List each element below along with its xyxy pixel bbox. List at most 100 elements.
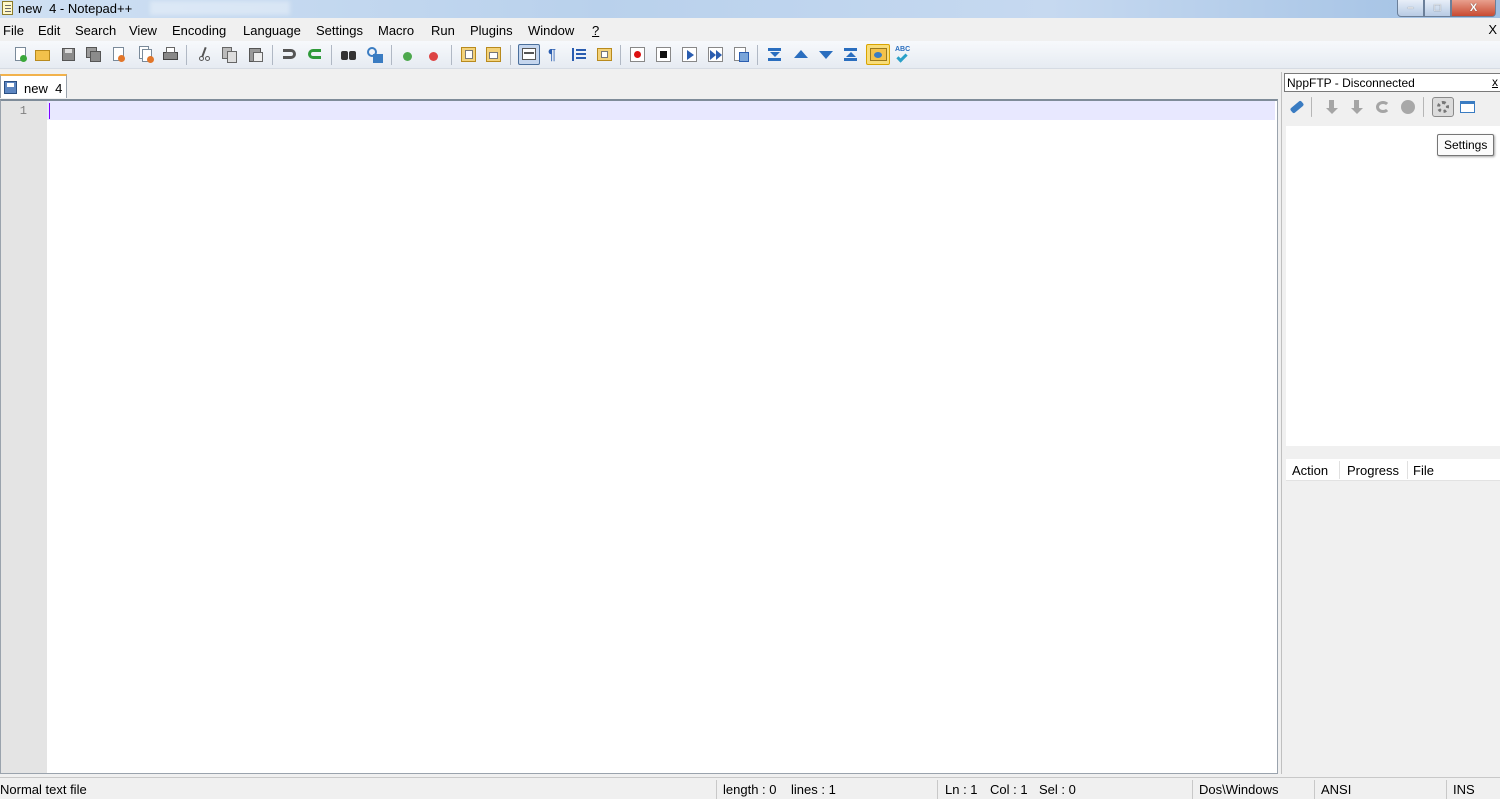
close-document-button[interactable]: X — [1488, 22, 1497, 37]
column-action[interactable]: Action — [1292, 463, 1328, 478]
tab-new-4[interactable]: new 4 — [0, 74, 67, 98]
menu-file[interactable]: File — [3, 23, 24, 38]
status-divider — [716, 780, 717, 799]
status-encoding: ANSI — [1321, 782, 1352, 797]
text-editor[interactable]: 1 — [0, 99, 1278, 774]
save-icon[interactable] — [60, 46, 77, 63]
upload-icon[interactable] — [1349, 98, 1367, 116]
status-insert-mode: INS — [1453, 782, 1475, 797]
toolbar-separator — [391, 45, 392, 65]
message-window-icon[interactable] — [1458, 98, 1476, 116]
status-divider — [1192, 780, 1193, 799]
column-divider — [1339, 461, 1340, 479]
spell-check-icon[interactable]: ABC — [894, 46, 911, 63]
copy-icon[interactable] — [221, 46, 238, 63]
macro-save-icon[interactable] — [733, 46, 750, 63]
current-line-highlight — [47, 101, 1275, 120]
fold-all-icon[interactable] — [766, 46, 783, 63]
menu-run[interactable]: Run — [431, 23, 455, 38]
minimize-button[interactable]: – — [1397, 0, 1424, 17]
maximize-icon: □ — [1434, 2, 1441, 14]
tab-label: new 4 — [24, 81, 63, 96]
status-divider — [1314, 780, 1315, 799]
toolbar-separator — [451, 45, 452, 65]
maximize-button[interactable]: □ — [1424, 0, 1451, 17]
transfer-queue-header: Action Progress File — [1286, 459, 1500, 481]
toolbar-separator — [272, 45, 273, 65]
menu-language[interactable]: Language — [243, 23, 301, 38]
new-file-icon[interactable] — [12, 46, 29, 63]
status-eol-format: Dos\Windows — [1199, 782, 1279, 797]
sync-horizontal-icon[interactable] — [485, 46, 502, 63]
menu-edit[interactable]: Edit — [38, 23, 60, 38]
show-all-characters-icon[interactable]: ¶ — [545, 46, 562, 63]
zoom-in-icon[interactable] — [400, 46, 417, 63]
settings-tooltip: Settings — [1437, 134, 1495, 156]
toolbar: ¶ ABC — [0, 41, 1500, 69]
menu-view[interactable]: View — [129, 23, 157, 38]
menu-encoding[interactable]: Encoding — [172, 23, 226, 38]
refresh-icon[interactable] — [1374, 98, 1392, 116]
macro-run-multiple-icon[interactable] — [707, 46, 724, 63]
close-file-icon[interactable] — [110, 46, 127, 63]
close-window-button[interactable]: X — [1451, 0, 1496, 17]
abort-icon[interactable] — [1399, 98, 1417, 116]
connect-icon[interactable] — [1287, 98, 1305, 116]
menu-settings[interactable]: Settings — [316, 23, 363, 38]
ftp-directory-tree[interactable] — [1286, 126, 1500, 446]
settings-gear-icon[interactable] — [1432, 97, 1454, 117]
zoom-out-icon[interactable] — [426, 46, 443, 63]
status-length: length : 0 — [723, 782, 777, 797]
undo-icon[interactable] — [281, 46, 298, 63]
menu-bar: File Edit Search View Encoding Language … — [0, 19, 1500, 41]
column-progress[interactable]: Progress — [1347, 463, 1399, 478]
line-number-gutter: 1 — [1, 101, 47, 773]
menu-plugins[interactable]: Plugins — [470, 23, 513, 38]
toolbar-separator — [331, 45, 332, 65]
word-wrap-icon[interactable] — [518, 44, 540, 65]
macro-record-icon[interactable] — [629, 46, 646, 63]
macro-play-icon[interactable] — [681, 46, 698, 63]
window-title: new 4 - Notepad++ — [18, 1, 133, 16]
status-bar: Normal text file length : 0 lines : 1 Ln… — [0, 777, 1500, 799]
cut-icon[interactable] — [196, 46, 213, 63]
close-panel-button[interactable]: x — [1492, 75, 1498, 89]
column-file[interactable]: File — [1413, 463, 1434, 478]
menu-window[interactable]: Window — [528, 23, 574, 38]
replace-icon[interactable] — [366, 46, 383, 63]
nppftp-toolbar — [1284, 96, 1500, 120]
status-column: Col : 1 — [990, 782, 1028, 797]
paste-icon[interactable] — [247, 46, 264, 63]
find-icon[interactable] — [340, 46, 357, 63]
notepad-app-icon — [2, 1, 13, 15]
menu-search[interactable]: Search — [75, 23, 116, 38]
indent-guide-icon[interactable] — [570, 46, 587, 63]
open-file-icon[interactable] — [34, 46, 51, 63]
toolbar-separator — [510, 45, 511, 65]
print-icon[interactable] — [162, 46, 179, 63]
menu-help[interactable]: ? — [592, 23, 599, 38]
status-divider — [1446, 780, 1447, 799]
nppftp-toggle-icon[interactable] — [866, 44, 890, 65]
editor-frame: new 4 1 — [0, 72, 1280, 774]
redo-icon[interactable] — [306, 46, 323, 63]
close-all-icon[interactable] — [138, 46, 155, 63]
text-caret — [49, 103, 50, 119]
unfold-all-icon[interactable] — [842, 46, 859, 63]
status-divider — [937, 780, 938, 799]
user-defined-language-icon[interactable] — [596, 46, 613, 63]
save-all-icon[interactable] — [85, 46, 102, 63]
toolbar-separator — [757, 45, 758, 65]
saved-status-icon — [4, 81, 17, 94]
menu-macro[interactable]: Macro — [378, 23, 414, 38]
toolbar-separator — [186, 45, 187, 65]
previous-icon[interactable] — [792, 46, 809, 63]
sync-vertical-icon[interactable] — [460, 46, 477, 63]
next-icon[interactable] — [817, 46, 834, 63]
status-selection: Sel : 0 — [1039, 782, 1076, 797]
title-bar: new 4 - Notepad++ – □ X — [0, 0, 1500, 18]
macro-stop-icon[interactable] — [655, 46, 672, 63]
download-icon[interactable] — [1324, 98, 1342, 116]
title-bar-reflection — [150, 1, 290, 15]
line-number: 1 — [19, 104, 27, 118]
